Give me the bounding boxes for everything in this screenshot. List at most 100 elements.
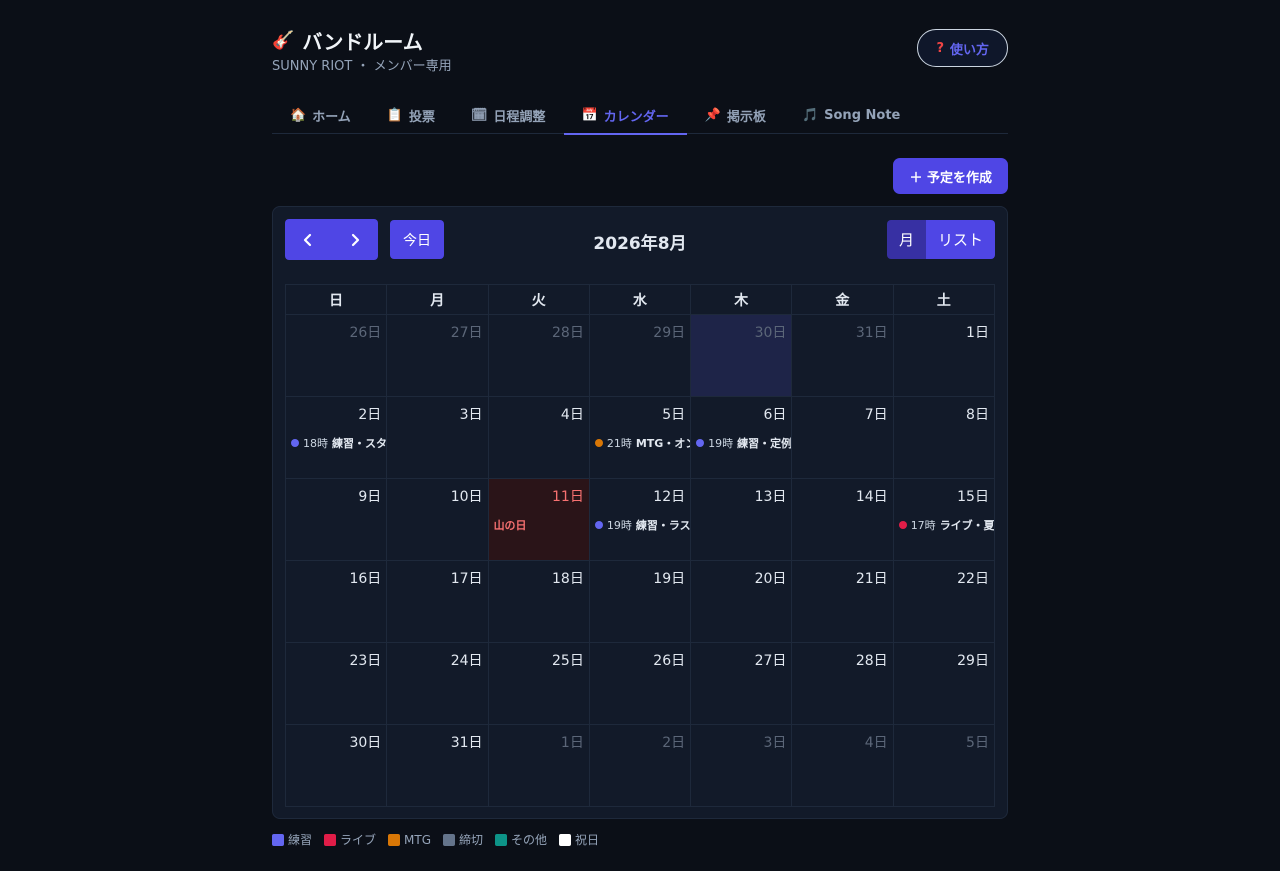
day-number[interactable]: 17日 (451, 568, 483, 588)
help-button[interactable]: ? 使い方 (917, 29, 1008, 67)
day-cell[interactable]: 14日 (792, 479, 894, 561)
day-cell[interactable]: 26日 (286, 315, 388, 397)
day-number[interactable]: 21日 (856, 568, 888, 588)
day-number[interactable]: 11日 (552, 486, 584, 506)
day-number[interactable]: 24日 (451, 650, 483, 670)
day-cell[interactable]: 2日 18時練習・スタジオ (286, 397, 388, 479)
calendar-event[interactable]: 19時 練習・定例 (696, 435, 791, 451)
day-number[interactable]: 28日 (552, 322, 584, 342)
day-number[interactable]: 1日 (561, 732, 584, 752)
day-cell[interactable]: 15日 17時 ライブ・夏 (893, 479, 995, 561)
day-number[interactable]: 31日 (856, 322, 888, 342)
day-cell[interactable]: 7日 (792, 397, 894, 479)
day-number[interactable]: 12日 (653, 486, 685, 506)
calendar-event[interactable]: 19時練習・ラスト (594, 517, 690, 533)
day-number[interactable]: 28日 (856, 650, 888, 670)
day-number[interactable]: 23日 (349, 650, 381, 670)
tab-0[interactable]: 🏠 ホーム (272, 96, 369, 134)
day-number[interactable]: 4日 (561, 404, 584, 424)
day-number[interactable]: 18日 (552, 568, 584, 588)
day-cell[interactable]: 10日 (387, 479, 489, 561)
day-cell[interactable]: 2日 (589, 725, 692, 807)
prev-month-button[interactable] (285, 219, 332, 260)
tab-4[interactable]: 📌 掲示板 (687, 96, 784, 134)
day-cell[interactable]: 30日 (286, 725, 388, 807)
day-number[interactable]: 15日 (957, 486, 989, 506)
day-cell[interactable]: 9日 (286, 479, 388, 561)
day-cell[interactable]: 28日 (488, 315, 590, 397)
day-cell[interactable]: 4日 (792, 725, 894, 807)
day-cell[interactable]: 21日 (792, 561, 894, 643)
tab-2[interactable]: 🗓 日程調整 (453, 96, 564, 134)
day-number[interactable]: 31日 (451, 732, 483, 752)
day-cell[interactable]: 22日 (893, 561, 995, 643)
day-number[interactable]: 5日 (966, 732, 989, 752)
day-number[interactable]: 22日 (957, 568, 989, 588)
day-number[interactable]: 9日 (358, 486, 381, 506)
day-number[interactable]: 2日 (358, 404, 381, 424)
day-cell[interactable]: 27日 (387, 315, 489, 397)
day-number[interactable]: 27日 (755, 650, 787, 670)
day-number[interactable]: 29日 (957, 650, 989, 670)
day-number[interactable]: 19日 (653, 568, 685, 588)
day-cell[interactable]: 26日 (589, 643, 692, 725)
view-button-1[interactable]: リスト (925, 220, 995, 259)
tab-5[interactable]: 🎵 Song Note (784, 96, 918, 134)
day-number[interactable]: 1日 (966, 322, 989, 342)
day-cell[interactable]: 11日 山の日 (488, 479, 590, 561)
day-number[interactable]: 25日 (552, 650, 584, 670)
day-cell[interactable]: 3日 (691, 725, 793, 807)
calendar-event[interactable]: 17時 ライブ・夏 (898, 517, 994, 533)
day-cell[interactable]: 24日 (387, 643, 489, 725)
today-button[interactable]: 今日 (390, 220, 444, 259)
next-month-button[interactable] (332, 219, 379, 260)
day-cell[interactable]: 8日 (893, 397, 995, 479)
day-number[interactable]: 6日 (763, 404, 786, 424)
day-number[interactable]: 26日 (349, 322, 381, 342)
day-cell[interactable]: 1日 (488, 725, 590, 807)
day-number[interactable]: 16日 (349, 568, 381, 588)
day-cell[interactable]: 12日 19時練習・ラスト (589, 479, 692, 561)
day-number[interactable]: 20日 (755, 568, 787, 588)
day-number[interactable]: 30日 (755, 322, 787, 342)
day-number[interactable]: 14日 (856, 486, 888, 506)
day-number[interactable]: 7日 (865, 404, 888, 424)
day-cell[interactable]: 31日 (387, 725, 489, 807)
day-number[interactable]: 27日 (451, 322, 483, 342)
view-button-0[interactable]: 月 (886, 220, 926, 259)
day-cell[interactable]: 28日 (792, 643, 894, 725)
day-number[interactable]: 3日 (763, 732, 786, 752)
day-number[interactable]: 29日 (653, 322, 685, 342)
day-number[interactable]: 13日 (755, 486, 787, 506)
tab-3[interactable]: 📅 カレンダー (563, 96, 687, 135)
day-cell[interactable]: 29日 (589, 315, 692, 397)
day-number[interactable]: 2日 (662, 732, 685, 752)
day-cell[interactable]: 18日 (488, 561, 590, 643)
day-number[interactable]: 30日 (349, 732, 381, 752)
day-cell[interactable]: 13日 (691, 479, 793, 561)
calendar-event[interactable]: 18時練習・スタジオ (291, 435, 386, 451)
day-number[interactable]: 4日 (865, 732, 888, 752)
day-number[interactable]: 5日 (662, 404, 685, 424)
day-cell[interactable]: 29日 (893, 643, 995, 725)
day-cell[interactable]: 30日 (691, 315, 793, 397)
day-cell[interactable]: 31日 (792, 315, 894, 397)
day-cell[interactable]: 3日 (387, 397, 489, 479)
day-cell[interactable]: 25日 (488, 643, 590, 725)
calendar-event[interactable]: 21時MTG・オンライン (594, 435, 690, 451)
day-cell[interactable]: 4日 (488, 397, 590, 479)
day-cell[interactable]: 23日 (286, 643, 388, 725)
day-cell[interactable]: 1日 (893, 315, 995, 397)
create-event-button[interactable]: ＋ 予定を作成 (893, 158, 1008, 194)
day-number[interactable]: 3日 (460, 404, 483, 424)
day-cell[interactable]: 6日 19時 練習・定例 (691, 397, 793, 479)
day-cell[interactable]: 16日 (286, 561, 388, 643)
day-cell[interactable]: 19日 (589, 561, 692, 643)
day-number[interactable]: 8日 (966, 404, 989, 424)
day-cell[interactable]: 5日 (893, 725, 995, 807)
tab-1[interactable]: 📋 投票 (369, 96, 453, 134)
day-cell[interactable]: 5日 21時MTG・オンライン (589, 397, 692, 479)
day-cell[interactable]: 17日 (387, 561, 489, 643)
day-number[interactable]: 10日 (451, 486, 483, 506)
day-number[interactable]: 26日 (653, 650, 685, 670)
